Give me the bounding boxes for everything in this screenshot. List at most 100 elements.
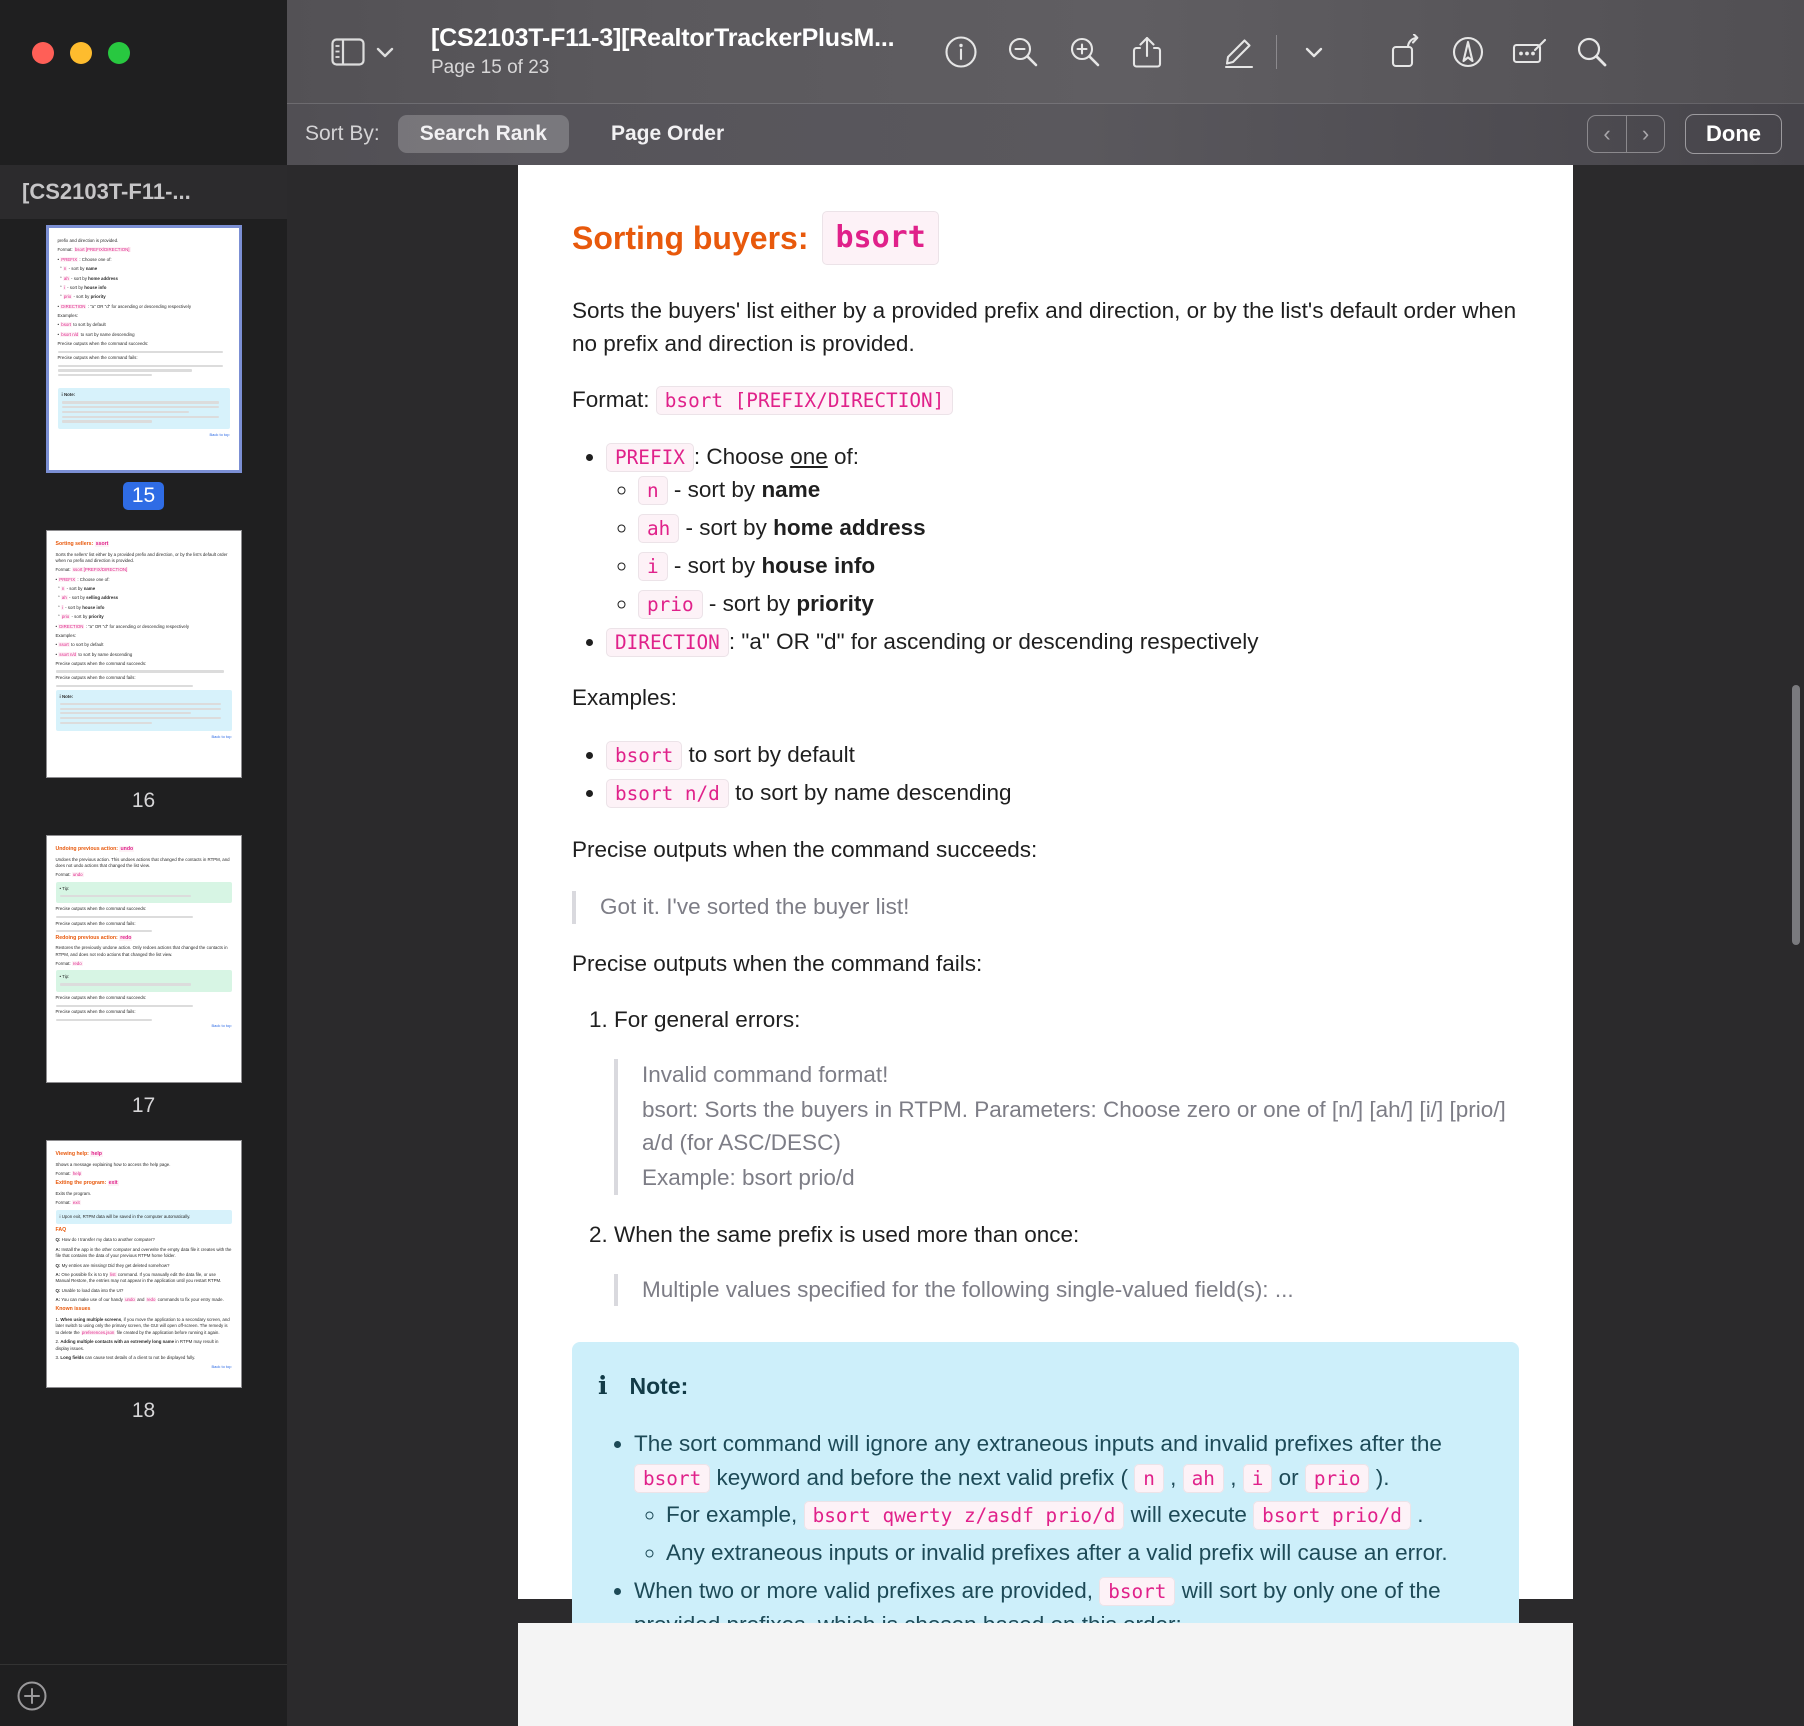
failure-cases-list: For general errors: Invalid command form… bbox=[572, 1004, 1519, 1307]
note-b1-sub1-pre: For example, bbox=[666, 1502, 804, 1528]
markup-pen-icon bbox=[1222, 34, 1256, 70]
sidebar-footer bbox=[0, 1664, 287, 1726]
examples-list: bsort to sort by default bsort n/d to so… bbox=[572, 739, 1519, 810]
sortbar-content: Sort By: Search Rank Page Order ‹ › Done bbox=[287, 114, 1804, 154]
close-window-button[interactable] bbox=[32, 42, 54, 64]
sidebar-header-title: [CS2103T-F11-... bbox=[0, 165, 287, 219]
prefix-option-value: house info bbox=[761, 552, 876, 578]
annotate-icon bbox=[1451, 35, 1485, 69]
rotate-button[interactable] bbox=[1375, 23, 1437, 81]
zoom-in-icon bbox=[1068, 35, 1102, 69]
failure-quote-2-line: Multiple values specified for the follow… bbox=[642, 1276, 1294, 1302]
window-titlebar: [CS2103T-F11-3][RealtorTrackerPlusM... P… bbox=[0, 0, 1804, 103]
prefix-lead-b: of: bbox=[827, 444, 860, 470]
sortbar-right-controls: ‹ › Done bbox=[1587, 114, 1782, 154]
sort-option-page-order[interactable]: Page Order bbox=[589, 115, 746, 153]
note-b1-sub1-mid: will execute bbox=[1124, 1502, 1254, 1528]
sort-by-label: Sort By: bbox=[305, 122, 380, 145]
pdf-page-16-partial bbox=[518, 1623, 1573, 1726]
note-title: Note: bbox=[629, 1372, 689, 1399]
titlebar-content: [CS2103T-F11-3][RealtorTrackerPlusM... P… bbox=[287, 0, 1804, 103]
pdf-page-15: Sorting buyers: bsort Sorts the buyers' … bbox=[518, 165, 1573, 1726]
markup-options-button[interactable] bbox=[1283, 23, 1345, 81]
thumbnail-preview: Undoing previous action: undo Undoes the… bbox=[45, 835, 242, 1083]
previous-result-button[interactable]: ‹ bbox=[1588, 116, 1626, 152]
note-bullet-1: The sort command will ignore any extrane… bbox=[634, 1427, 1489, 1570]
done-button[interactable]: Done bbox=[1685, 114, 1782, 154]
vertical-scrollbar[interactable] bbox=[1792, 685, 1800, 945]
note-b1-code-ah: ah bbox=[1182, 1463, 1224, 1493]
chevron-down-icon bbox=[375, 45, 395, 59]
direction-code: DIRECTION bbox=[606, 627, 729, 657]
direction-list-item: DIRECTION: "a" OR "d" for ascending or d… bbox=[606, 626, 1519, 659]
search-button[interactable] bbox=[1561, 23, 1623, 81]
note-b1-code-prio: prio bbox=[1304, 1463, 1370, 1493]
markup-toolbar-button[interactable] bbox=[1208, 23, 1270, 81]
failure-case-2-label: When the same prefix is used more than o… bbox=[614, 1221, 1080, 1247]
section-heading-code: bsort bbox=[822, 211, 939, 265]
prev-next-group: ‹ › bbox=[1587, 115, 1665, 153]
thumbnail-page-number: 15 bbox=[122, 482, 165, 510]
note-b1-sep3: or bbox=[1272, 1464, 1305, 1490]
info-italic-icon: ℹ bbox=[598, 1371, 608, 1401]
prefix-lead-a: : Choose bbox=[693, 444, 791, 470]
redact-button[interactable] bbox=[1499, 23, 1561, 81]
share-button[interactable] bbox=[1116, 23, 1178, 81]
note-b1-sub-1: For example, bsort qwerty z/asdf prio/d … bbox=[666, 1498, 1489, 1532]
format-label: Format: bbox=[572, 387, 650, 413]
thumbnail-page-16[interactable]: Sorting sellers: ssort Sorts the sellers… bbox=[0, 530, 287, 815]
info-button[interactable] bbox=[930, 23, 992, 81]
format-code: bsort [PREFIX/DIRECTION] bbox=[655, 386, 954, 416]
sidebar-toggle-button[interactable] bbox=[331, 37, 395, 66]
failure-quote-1: Invalid command format! bsort: Sorts the… bbox=[614, 1059, 1519, 1195]
failure-quote-1-line-2: bsort: Sorts the buyers in RTPM. Paramet… bbox=[642, 1097, 1506, 1155]
note-b1-sub-2: Any extraneous inputs or invalid prefixe… bbox=[666, 1536, 1489, 1570]
note-b2-part1: When two or more valid prefixes are prov… bbox=[634, 1577, 1100, 1603]
prefix-option-i: i - sort by house info bbox=[638, 550, 1519, 583]
note-bullet-1-sublist: For example, bsort qwerty z/asdf prio/d … bbox=[634, 1498, 1489, 1570]
sidebar-icon bbox=[331, 37, 365, 66]
add-circle-icon[interactable] bbox=[16, 1680, 48, 1712]
prefix-option-value: priority bbox=[796, 590, 874, 616]
info-icon bbox=[944, 35, 978, 69]
thumbnail-sidebar: [CS2103T-F11-... prefix and direction is… bbox=[0, 165, 287, 1726]
note-b1-code: bsort bbox=[634, 1463, 711, 1493]
prefix-options-list: n - sort by name ah - sort by home addre… bbox=[606, 474, 1519, 620]
example-code: bsort bbox=[606, 741, 683, 771]
search-icon bbox=[1575, 35, 1609, 69]
sort-option-search-rank[interactable]: Search Rank bbox=[397, 115, 569, 153]
document-title-block: [CS2103T-F11-3][RealtorTrackerPlusM... P… bbox=[431, 24, 895, 79]
example-text: to sort by name descending bbox=[728, 780, 1012, 806]
note-header: ℹ Note: bbox=[598, 1368, 1489, 1405]
zoom-out-button[interactable] bbox=[992, 23, 1054, 81]
prefix-option-code: ah bbox=[638, 514, 680, 544]
thumbnail-page-number: 17 bbox=[131, 1094, 156, 1117]
annotate-button[interactable] bbox=[1437, 23, 1499, 81]
minimize-window-button[interactable] bbox=[70, 42, 92, 64]
zoom-in-button[interactable] bbox=[1054, 23, 1116, 81]
failure-quote-1-line-1: Invalid command format! bbox=[642, 1062, 889, 1088]
failure-quote-1-line-3: Example: bsort prio/d bbox=[642, 1164, 855, 1190]
thumbnail-list: prefix and direction is provided. Format… bbox=[0, 219, 287, 1664]
failure-case-1-label: For general errors: bbox=[614, 1007, 801, 1033]
zoom-out-icon bbox=[1006, 35, 1040, 69]
prefix-option-dash: - sort by bbox=[702, 590, 797, 616]
next-result-button[interactable]: › bbox=[1626, 116, 1664, 152]
prefix-option-dash: - sort by bbox=[667, 552, 762, 578]
pdf-viewer[interactable]: Sorting buyers: bsort Sorts the buyers' … bbox=[287, 165, 1804, 1726]
note-b1-part1: The sort command will ignore any extrane… bbox=[634, 1430, 1442, 1456]
format-paragraph: Format: bsort [PREFIX/DIRECTION] bbox=[572, 384, 1519, 417]
thumbnail-preview: prefix and direction is provided. Format… bbox=[45, 225, 242, 473]
thumbnail-page-15[interactable]: prefix and direction is provided. Format… bbox=[0, 225, 287, 510]
prefix-option-dash: - sort by bbox=[679, 515, 774, 541]
example-code: bsort n/d bbox=[606, 779, 729, 809]
toolbar-icon-group bbox=[930, 23, 1623, 81]
redact-icon bbox=[1511, 35, 1549, 69]
page-indicator: Page 15 of 23 bbox=[431, 57, 550, 78]
thumbnail-page-17[interactable]: Undoing previous action: undo Undoes the… bbox=[0, 835, 287, 1120]
thumbnail-page-18[interactable]: Viewing help: help Shows a message expla… bbox=[0, 1140, 287, 1425]
zoom-window-button[interactable] bbox=[108, 42, 130, 64]
thumbnail-page-number: 18 bbox=[131, 1399, 156, 1422]
prefix-option-code: n bbox=[638, 476, 668, 506]
note-b1-sub1-post: . bbox=[1410, 1502, 1424, 1528]
